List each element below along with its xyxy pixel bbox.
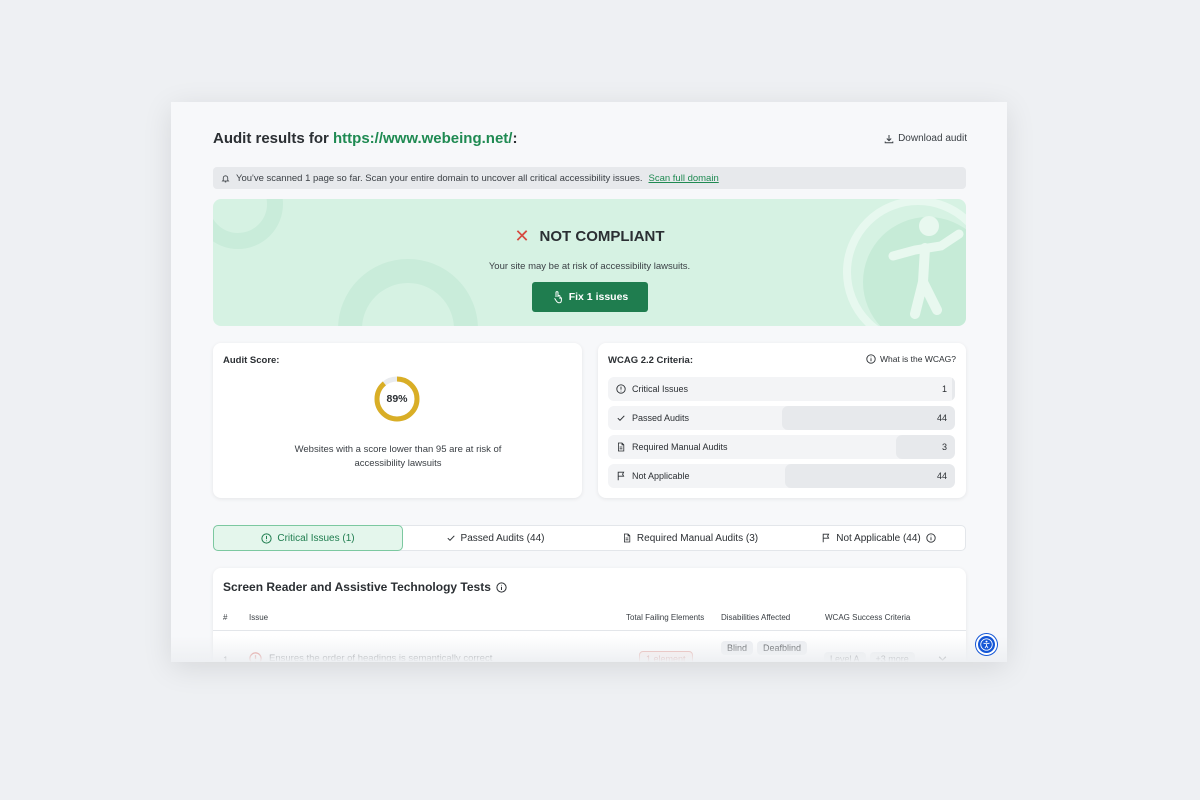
chevron-down-icon: [938, 656, 947, 662]
criteria-count: 44: [936, 413, 947, 423]
info-circle-icon[interactable]: [926, 533, 936, 543]
column-header-issue: Issue: [249, 613, 269, 622]
compliance-status: ✕ NOT COMPLIANT: [213, 227, 966, 245]
audit-score-title: Audit Score:: [223, 355, 280, 366]
issue-text: Ensures the order of headings is semanti…: [269, 653, 493, 662]
column-header-disabilities: Disabilities Affected: [721, 613, 791, 622]
tab-critical-issues[interactable]: Critical Issues (1): [213, 525, 403, 551]
bell-icon: [221, 174, 230, 182]
notice-text: You've scanned 1 page so far. Scan your …: [236, 172, 643, 184]
download-audit-button[interactable]: Download audit: [884, 133, 967, 144]
criteria-label: Required Manual Audits: [632, 442, 728, 452]
error-circle-icon: [249, 652, 262, 662]
download-icon: [884, 134, 894, 143]
tab-passed-audits[interactable]: Passed Audits (44): [403, 526, 587, 550]
criteria-row-critical[interactable]: Critical Issues 1: [608, 377, 955, 401]
score-value: 89%: [386, 393, 408, 405]
criteria-bar: [781, 406, 955, 430]
pointer-hand-icon: [553, 290, 562, 303]
criteria-row-not-applicable[interactable]: Not Applicable 44: [608, 464, 955, 488]
scan-full-domain-link[interactable]: Scan full domain: [649, 173, 719, 184]
title-prefix: Audit results for: [213, 130, 334, 147]
issues-table-panel: Screen Reader and Assistive Technology T…: [213, 568, 966, 662]
risk-subtitle: Your site may be at risk of accessibilit…: [488, 261, 691, 272]
criteria-row-passed[interactable]: Passed Audits 44: [608, 406, 955, 430]
tab-not-applicable[interactable]: Not Applicable (44): [793, 526, 964, 550]
check-icon: [617, 415, 625, 422]
table-row[interactable]: 1 Ensures the order of headings is seman…: [213, 631, 966, 662]
close-x-icon: ✕: [514, 226, 530, 246]
issue-cell: Ensures the order of headings is semanti…: [249, 652, 492, 662]
page-title: Audit results for https://www.webeing.ne…: [213, 130, 517, 147]
failing-elements-cell: 1 element: [639, 651, 693, 662]
info-circle-icon: [616, 384, 626, 394]
info-circle-icon: [866, 354, 876, 364]
tab-label: Passed Audits (44): [460, 532, 545, 544]
row-number: 1: [223, 655, 229, 662]
more-criteria-tag[interactable]: +3 more: [869, 652, 915, 662]
title-suffix: :: [512, 130, 518, 147]
fix-button-label: Fix 1 issues: [568, 291, 629, 303]
info-circle-icon[interactable]: [496, 581, 507, 593]
download-label: Download audit: [898, 133, 967, 144]
disabilities-cell: Blind Deafblind: [721, 641, 808, 655]
section-title-text: Screen Reader and Assistive Technology T…: [223, 580, 491, 594]
column-header-number: #: [223, 613, 228, 622]
audit-card: Audit results for https://www.webeing.ne…: [171, 102, 1007, 662]
wcag-title: WCAG 2.2 Criteria:: [608, 355, 693, 366]
flag-icon: [823, 533, 830, 543]
expand-row-button[interactable]: [937, 653, 948, 662]
status-text: NOT COMPLIANT: [539, 227, 665, 245]
compliance-banner: ✕ NOT COMPLIANT Your site may be at risk…: [213, 199, 966, 326]
tab-required-manual-audits[interactable]: Required Manual Audits (3): [587, 526, 793, 550]
scan-notice: You've scanned 1 page so far. Scan your …: [213, 167, 966, 189]
criteria-bar: [951, 377, 955, 401]
criteria-row-manual[interactable]: Required Manual Audits 3: [608, 435, 955, 459]
criteria-count: 1: [941, 384, 947, 394]
criteria-label: Passed Audits: [632, 413, 690, 423]
disability-tag: Deafblind: [757, 641, 808, 655]
fix-issues-button[interactable]: Fix 1 issues: [532, 282, 648, 312]
audited-url: https://www.webeing.net/: [333, 130, 513, 147]
criteria-cell: Level A +3 more: [824, 652, 915, 662]
failing-elements-badge[interactable]: 1 element: [639, 651, 693, 662]
criteria-label: Not Applicable: [632, 471, 690, 481]
tab-label: Not Applicable (44): [836, 532, 921, 544]
audit-score-panel: Audit Score: 89% Websites with a score l…: [213, 343, 582, 498]
tab-label: Required Manual Audits (3): [636, 532, 759, 544]
check-icon: [446, 535, 455, 542]
disability-tag: Blind: [721, 641, 754, 655]
column-header-failing-elements: Total Failing Elements: [626, 613, 705, 622]
tab-label: Critical Issues (1): [277, 532, 355, 544]
accessibility-widget-button[interactable]: [976, 634, 997, 655]
wcag-level-tag: Level A: [824, 652, 866, 662]
criteria-label: Critical Issues: [632, 384, 689, 394]
what-is-wcag-link[interactable]: What is the WCAG?: [866, 354, 956, 364]
accessibility-icon: [980, 638, 993, 651]
wcag-criteria-panel: WCAG 2.2 Criteria: What is the WCAG? Cri…: [598, 343, 966, 498]
results-tabs: Critical Issues (1) Passed Audits (44) R…: [213, 525, 966, 551]
criteria-count: 3: [941, 442, 947, 452]
criteria-count: 44: [936, 471, 947, 481]
document-icon: [623, 533, 631, 543]
flag-icon: [617, 471, 625, 481]
criteria-bar: [784, 464, 955, 488]
column-header-wcag-criteria: WCAG Success Criteria: [825, 613, 911, 622]
wcag-help-label: What is the WCAG?: [879, 354, 956, 364]
info-circle-icon: [261, 532, 272, 544]
document-icon: [618, 442, 625, 452]
score-description: Websites with a score lower than 95 are …: [294, 444, 502, 469]
section-title: Screen Reader and Assistive Technology T…: [223, 580, 507, 594]
